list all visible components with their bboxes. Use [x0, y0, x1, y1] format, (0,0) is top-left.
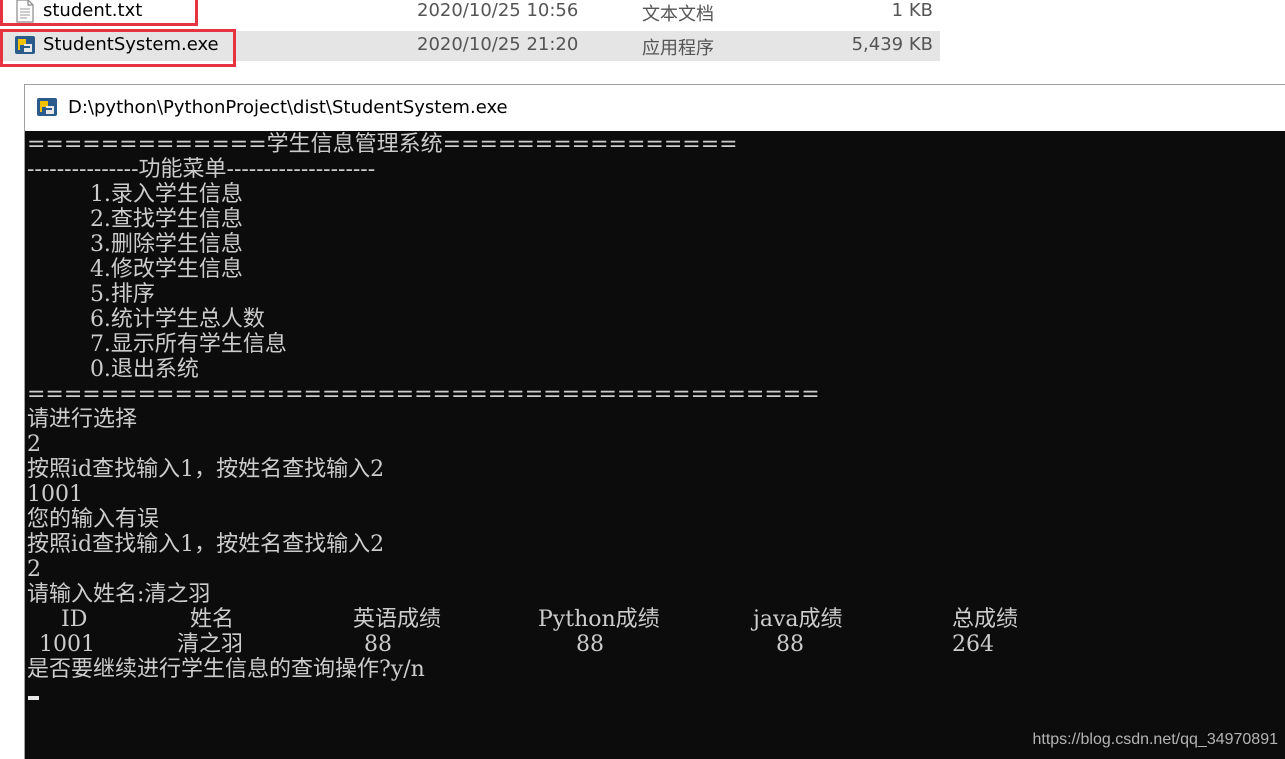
table-header-cell: Python成绩	[538, 607, 660, 632]
file-type: 文本文档	[642, 4, 714, 25]
console-line: 1001	[27, 482, 83, 507]
console-line: 您的输入有误	[27, 507, 160, 532]
file-row-student-txt[interactable]: student.txt 2020/10/25 10:56 文本文档 1 KB	[0, 0, 940, 27]
file-date: 2020/10/25 10:56	[417, 0, 579, 21]
file-size: 5,439 KB	[851, 34, 933, 55]
file-type: 应用程序	[642, 38, 714, 59]
console-title: D:\python\PythonProject\dist\StudentSyst…	[68, 97, 508, 118]
console-line: 4.修改学生信息	[27, 257, 243, 282]
console-line: 2	[27, 432, 41, 457]
console-titlebar[interactable]: D:\python\PythonProject\dist\StudentSyst…	[25, 85, 1285, 131]
python-exe-icon	[15, 36, 35, 54]
table-cell: 264	[952, 632, 994, 657]
table-cell: 88	[364, 632, 392, 657]
text-file-icon	[16, 0, 34, 23]
console-line: ---------------功能菜单--------------------	[27, 157, 376, 182]
table-header-cell: 英语成绩	[353, 607, 442, 632]
console-lines: =============学生信息管理系统================ ---…	[27, 132, 1285, 607]
console-line: ========================================…	[27, 382, 820, 407]
console-line: 2	[27, 557, 41, 582]
console-line: 请进行选择	[27, 407, 138, 432]
file-name: StudentSystem.exe	[43, 34, 219, 55]
table-row: 1001 清之羽 88 88 88 264	[27, 632, 1285, 657]
file-size: 1 KB	[891, 0, 933, 21]
console-line: 请输入姓名:清之羽	[27, 582, 211, 607]
console-output[interactable]: =============学生信息管理系统================ ---…	[25, 131, 1285, 759]
python-exe-icon	[37, 98, 57, 116]
file-name: student.txt	[43, 0, 143, 21]
table-header-row: ID 姓名 英语成绩 Python成绩 java成绩 总成绩	[27, 607, 1285, 632]
table-header-cell: ID	[61, 607, 88, 632]
console-line: 0.退出系统	[27, 357, 199, 382]
console-line: 2.查找学生信息	[27, 207, 243, 232]
console-line: 按照id查找输入1，按姓名查找输入2	[27, 457, 385, 482]
console-line: =============学生信息管理系统================	[27, 132, 738, 157]
table-cell: 1001	[39, 632, 95, 657]
console-line: 7.显示所有学生信息	[27, 332, 287, 357]
table-header-cell: 总成绩	[952, 607, 1019, 632]
console-window[interactable]: D:\python\PythonProject\dist\StudentSyst…	[24, 84, 1285, 759]
console-line: 按照id查找输入1，按姓名查找输入2	[27, 532, 385, 557]
console-line: 3.删除学生信息	[27, 232, 243, 257]
text-cursor	[28, 696, 39, 700]
table-cell: 88	[576, 632, 604, 657]
continue-prompt: 是否要继续进行学生信息的查询操作?y/n	[27, 657, 425, 682]
table-cell: 清之羽	[177, 632, 244, 657]
console-line: 1.录入学生信息	[27, 182, 243, 207]
table-header-cell: 姓名	[190, 607, 235, 632]
table-header-cell: java成绩	[753, 607, 843, 632]
console-line: 6.统计学生总人数	[27, 307, 265, 332]
file-row-studentsystem-exe[interactable]: StudentSystem.exe 2020/10/25 21:20 应用程序 …	[0, 31, 940, 61]
table-cell: 88	[776, 632, 804, 657]
file-date: 2020/10/25 21:20	[417, 34, 579, 55]
console-line: 5.排序	[27, 282, 155, 307]
watermark: https://blog.csdn.net/qq_34970891	[1032, 731, 1278, 748]
